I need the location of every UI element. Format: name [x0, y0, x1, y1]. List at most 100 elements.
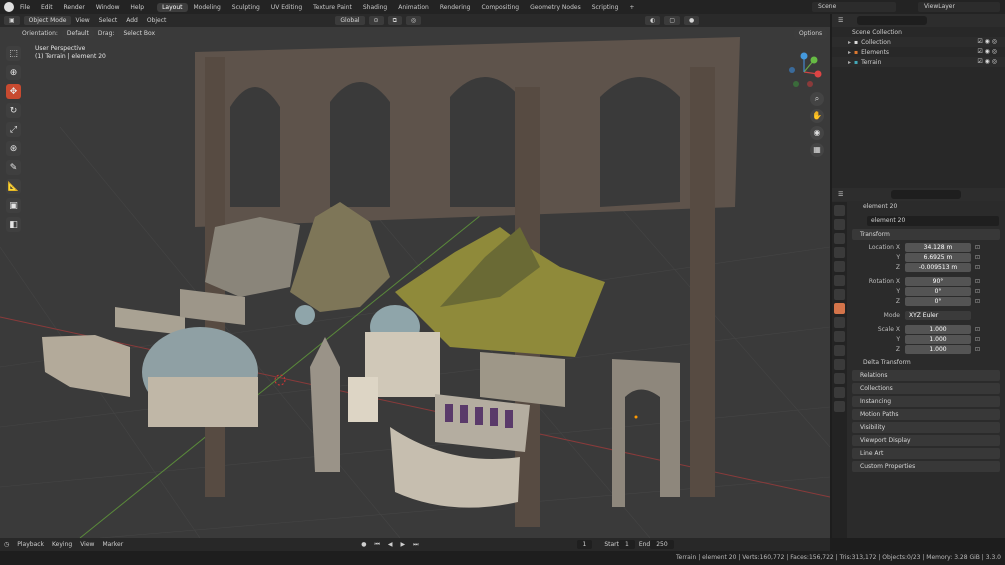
render-tab-icon[interactable] — [834, 219, 845, 230]
overlays-icon[interactable]: ◐ — [645, 16, 661, 25]
chevron-right-icon[interactable]: ▸ — [848, 59, 851, 66]
jump-end-icon[interactable]: ⏭ — [413, 541, 418, 549]
rotation-y-field[interactable]: 0° — [905, 286, 971, 296]
play-reverse-icon[interactable]: ◀ — [388, 541, 393, 548]
location-z-field[interactable]: -0.009513 m — [905, 262, 971, 272]
shading-solid-icon[interactable]: ● — [684, 16, 700, 25]
cursor-icon[interactable]: ⊕ — [6, 65, 21, 80]
panel-line-art[interactable]: Line Art — [852, 448, 1000, 459]
scale-z-field[interactable]: 1.000 — [905, 344, 971, 354]
options-button[interactable]: Options — [794, 29, 828, 39]
snap-icon[interactable]: ⧉ — [387, 16, 402, 25]
play-icon[interactable]: ▶ — [400, 541, 405, 548]
data-tab-icon[interactable] — [834, 373, 845, 384]
properties-editor-icon[interactable]: ☰ — [838, 191, 843, 198]
view-layer-selector[interactable]: ViewLayer — [918, 2, 1000, 12]
add-cube-icon[interactable]: ▣ — [6, 198, 21, 213]
visibility-eye-icon[interactable]: ☑ ◉ ◎ — [977, 48, 997, 55]
extrude-icon[interactable]: ◧ — [6, 217, 21, 232]
menu-playback[interactable]: Playback — [17, 541, 44, 548]
scale-icon[interactable]: ⤢ — [6, 122, 21, 137]
tab-geometry-nodes[interactable]: Geometry Nodes — [525, 3, 586, 12]
scene-selector[interactable]: Scene — [812, 2, 896, 12]
panel-viewport-display[interactable]: Viewport Display — [852, 435, 1000, 446]
navigation-gizmo[interactable] — [784, 52, 824, 92]
panel-visibility[interactable]: Visibility — [852, 422, 1000, 433]
collection-tab-icon[interactable] — [834, 289, 845, 300]
lock-icon[interactable]: ⊡ — [975, 298, 980, 305]
grid-view-icon[interactable]: ▦ — [810, 143, 824, 157]
tab-uv-editing[interactable]: UV Editing — [266, 3, 307, 12]
scale-x-field[interactable]: 1.000 — [905, 324, 971, 334]
outliner-search[interactable] — [857, 16, 928, 25]
tool-tab-icon[interactable] — [834, 205, 845, 216]
panel-motion-paths[interactable]: Motion Paths — [852, 409, 1000, 420]
outliner-editor-icon[interactable]: ☰ — [838, 17, 843, 24]
chevron-right-icon[interactable]: ▸ — [848, 39, 851, 46]
end-frame-field[interactable]: 250 — [650, 540, 674, 549]
menu-render[interactable]: Render — [64, 4, 85, 11]
transform-panel-header[interactable]: Transform — [852, 229, 1000, 240]
outliner-row-elements[interactable]: ▸ ▪ Elements ☑ ◉ ◎ — [832, 47, 1005, 57]
object-tab-icon[interactable] — [834, 303, 845, 314]
menu-object[interactable]: Object — [147, 17, 167, 24]
move-icon[interactable]: ✥ — [6, 84, 21, 99]
visibility-eye-icon[interactable]: ☑ ◉ ◎ — [977, 38, 997, 45]
camera-icon[interactable]: ◉ — [810, 126, 824, 140]
tab-rendering[interactable]: Rendering — [435, 3, 476, 12]
3d-viewport[interactable] — [0, 27, 830, 538]
menu-edit[interactable]: Edit — [41, 4, 53, 11]
rotate-icon[interactable]: ↻ — [6, 103, 21, 118]
world-tab-icon[interactable] — [834, 275, 845, 286]
transform-icon[interactable]: ⊛ — [6, 141, 21, 156]
lock-icon[interactable]: ⊡ — [975, 336, 980, 343]
object-name-field[interactable]: element 20 — [867, 216, 999, 226]
menu-help[interactable]: Help — [130, 4, 144, 11]
outliner-row-collection[interactable]: ▸ ▪ Collection ☑ ◉ ◎ — [832, 37, 1005, 47]
modifier-tab-icon[interactable] — [834, 317, 845, 328]
select-box-icon[interactable]: ⬚ — [6, 46, 21, 61]
zoom-icon[interactable]: ⌕ — [810, 92, 824, 106]
menu-add[interactable]: Add — [126, 17, 138, 24]
menu-window[interactable]: Window — [96, 4, 120, 11]
menu-view[interactable]: View — [75, 17, 89, 24]
pivot-icon[interactable]: ⊙ — [368, 16, 384, 25]
xray-icon[interactable]: ▢ — [664, 16, 681, 25]
texture-tab-icon[interactable] — [834, 401, 845, 412]
location-y-field[interactable]: 6.6925 m — [905, 252, 971, 262]
drag-dropdown[interactable]: Select Box — [118, 29, 161, 38]
tab-shading[interactable]: Shading — [358, 3, 392, 12]
tab-scripting[interactable]: Scripting — [587, 3, 624, 12]
orientation-dropdown[interactable]: Default — [61, 29, 94, 38]
view-layer-tab-icon[interactable] — [834, 247, 845, 258]
menu-select[interactable]: Select — [99, 17, 118, 24]
panel-relations[interactable]: Relations — [852, 370, 1000, 381]
scale-y-field[interactable]: 1.000 — [905, 334, 971, 344]
tab-texture-paint[interactable]: Texture Paint — [308, 3, 357, 12]
particles-tab-icon[interactable] — [834, 331, 845, 342]
tab-layout[interactable]: Layout — [157, 2, 188, 12]
menu-keying[interactable]: Keying — [52, 541, 72, 548]
lock-icon[interactable]: ⊡ — [975, 346, 980, 353]
physics-tab-icon[interactable] — [834, 345, 845, 356]
lock-icon[interactable]: ⊡ — [975, 264, 980, 271]
current-frame-field[interactable]: 1 — [576, 540, 593, 549]
scene-tab-icon[interactable] — [834, 261, 845, 272]
tab-modeling[interactable]: Modeling — [189, 3, 226, 12]
lock-icon[interactable]: ⊡ — [975, 326, 980, 333]
lock-icon[interactable]: ⊡ — [975, 244, 980, 251]
transform-orientation-dropdown[interactable]: Global — [335, 16, 365, 25]
tab-animation[interactable]: Animation — [393, 3, 434, 12]
measure-icon[interactable]: 📐 — [6, 179, 21, 194]
rotation-x-field[interactable]: 90° — [905, 276, 971, 286]
timeline-editor-icon[interactable]: ◷ — [4, 541, 9, 548]
proportional-edit-icon[interactable]: ◎ — [405, 16, 422, 25]
menu-marker[interactable]: Marker — [102, 541, 123, 548]
menu-file[interactable]: File — [20, 4, 30, 11]
pan-hand-icon[interactable]: ✋ — [810, 109, 824, 123]
tab-compositing[interactable]: Compositing — [476, 3, 524, 12]
chevron-right-icon[interactable]: ▸ — [848, 49, 851, 56]
blender-logo-icon[interactable] — [4, 2, 14, 12]
scene-collection-row[interactable]: Scene Collection — [832, 27, 1005, 37]
lock-icon[interactable]: ⊡ — [975, 254, 980, 261]
